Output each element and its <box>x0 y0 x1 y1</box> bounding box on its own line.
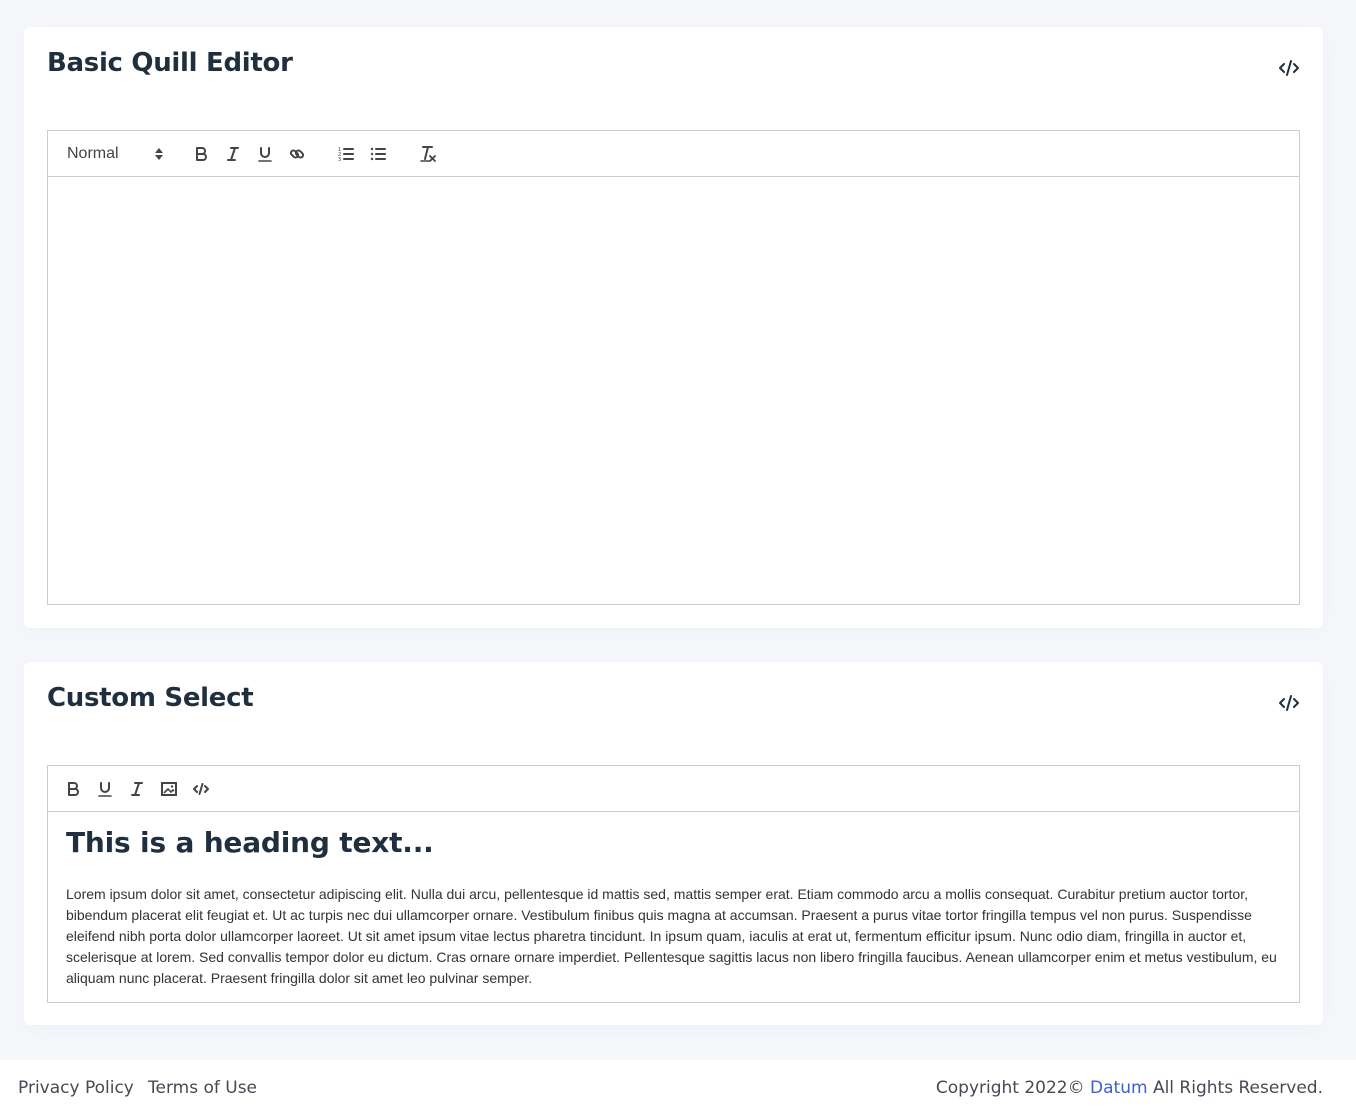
editor-toolbar: Normal 1 2 3 <box>48 131 1299 177</box>
content-paragraph: Lorem ipsum dolor sit amet, consectetur … <box>66 886 1277 986</box>
code-icon[interactable] <box>1277 57 1301 79</box>
header-format-select[interactable]: Normal <box>67 142 165 166</box>
clear-format-icon[interactable] <box>417 143 439 165</box>
copyright-prefix: Copyright 2022© <box>935 1078 1085 1098</box>
card-title: Custom Select <box>47 683 254 713</box>
content-heading: This is a heading text... <box>66 826 434 859</box>
custom-quill-editor: This is a heading text... Lorem ipsum do… <box>47 765 1300 1003</box>
bold-icon[interactable] <box>190 143 212 165</box>
editor-toolbar <box>48 766 1299 812</box>
terms-of-use-link[interactable]: Terms of Use <box>148 1078 257 1098</box>
select-arrows-icon <box>153 146 165 167</box>
bullet-list-icon[interactable] <box>367 143 389 165</box>
underline-icon[interactable] <box>94 778 116 800</box>
card-title: Basic Quill Editor <box>47 48 293 78</box>
italic-icon[interactable] <box>126 778 148 800</box>
copyright-suffix: All Rights Reserved. <box>1152 1078 1323 1098</box>
underline-icon[interactable] <box>254 143 276 165</box>
quill-editor: Normal 1 2 3 <box>47 130 1300 605</box>
copyright-text: Copyright 2022© Datum All Rights Reserve… <box>936 1078 1323 1098</box>
custom-select-card: Custom Select This is a heading text... … <box>24 662 1323 1025</box>
header-format-value: Normal <box>67 145 119 162</box>
editor-content-area[interactable]: This is a heading text... Lorem ipsum do… <box>48 812 1299 1002</box>
image-icon[interactable] <box>158 778 180 800</box>
svg-text:3: 3 <box>338 157 341 163</box>
italic-icon[interactable] <box>222 143 244 165</box>
code-icon[interactable] <box>190 778 212 800</box>
code-icon[interactable] <box>1277 692 1301 714</box>
privacy-policy-link[interactable]: Privacy Policy <box>18 1078 134 1098</box>
editor-content-area[interactable] <box>48 177 1299 604</box>
basic-quill-editor-card: Basic Quill Editor Normal 1 2 3 <box>24 27 1323 628</box>
bold-icon[interactable] <box>62 778 84 800</box>
brand-link[interactable]: Datum <box>1090 1078 1148 1098</box>
link-icon[interactable] <box>286 143 308 165</box>
footer: Privacy Policy Terms of Use Copyright 20… <box>0 1060 1356 1117</box>
ordered-list-icon[interactable]: 1 2 3 <box>335 143 357 165</box>
